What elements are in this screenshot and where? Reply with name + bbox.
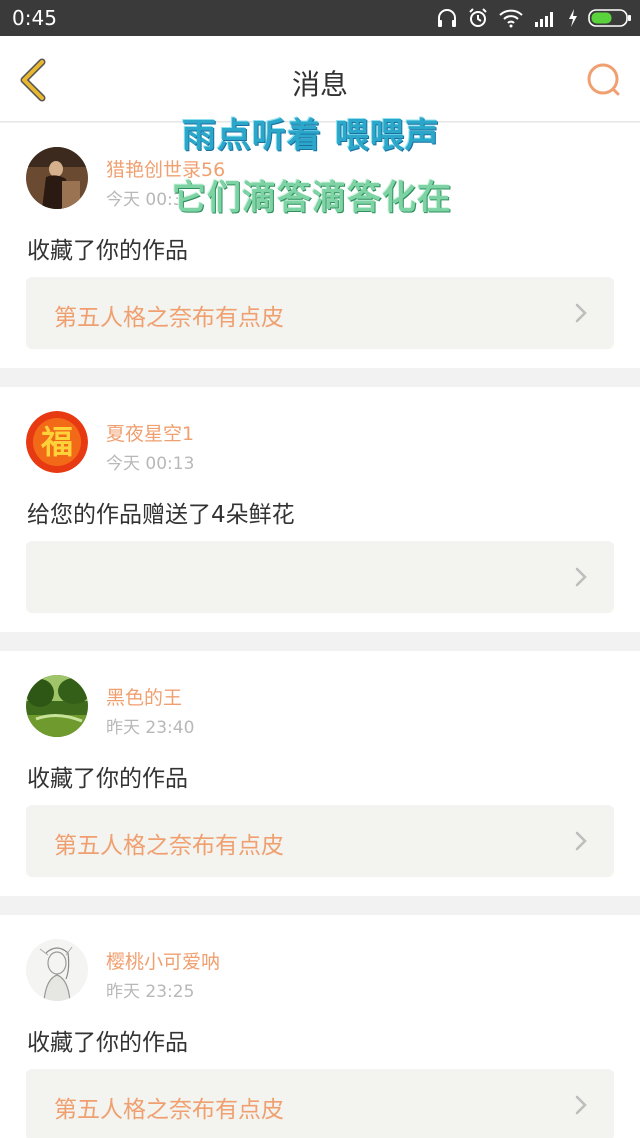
fu-avatar-icon: 福: [26, 411, 88, 473]
work-title: 第五人格之奈布有点皮: [54, 305, 284, 331]
status-bar: 0:45: [0, 0, 640, 36]
username[interactable]: 猎艳创世录56: [106, 155, 225, 182]
message-list: 猎艳创世录56 今天 00:3 收藏了你的作品 第五人格之奈布有点皮 福 夏夜星…: [0, 123, 640, 1138]
avatar[interactable]: [26, 675, 88, 737]
timestamp: 今天 00:3: [106, 190, 184, 210]
status-time: 0:45: [12, 6, 57, 30]
message-text: 收藏了你的作品: [27, 766, 188, 792]
chevron-right-icon: [575, 1095, 587, 1115]
fu-char: 福: [40, 423, 73, 461]
chevron-right-icon: [575, 567, 587, 587]
battery-icon: [588, 9, 631, 27]
message-card: 黑色的王 昨天 23:40 收藏了你的作品 第五人格之奈布有点皮: [0, 651, 640, 896]
sketch-avatar-icon: [26, 939, 88, 1001]
avatar[interactable]: 福: [26, 411, 88, 473]
avatar[interactable]: [26, 939, 88, 1001]
work-link[interactable]: [26, 541, 614, 613]
timestamp: 昨天 23:40: [106, 718, 195, 738]
work-link[interactable]: 第五人格之奈布有点皮: [26, 277, 614, 349]
work-link[interactable]: 第五人格之奈布有点皮: [26, 805, 614, 877]
search-button[interactable]: [584, 60, 624, 100]
headphones-icon: [438, 9, 456, 27]
work-link[interactable]: 第五人格之奈布有点皮: [26, 1069, 614, 1138]
header-bar: 消息: [0, 36, 640, 122]
chevron-right-icon: [575, 831, 587, 851]
work-title: 第五人格之奈布有点皮: [54, 1097, 284, 1123]
status-icons: [436, 5, 632, 31]
message-text: 收藏了你的作品: [27, 238, 188, 264]
landscape-avatar-icon: [26, 675, 88, 737]
avatar[interactable]: [26, 147, 88, 209]
chevron-right-icon: [575, 303, 587, 323]
alarm-icon: [469, 8, 487, 27]
wifi-icon: [499, 9, 523, 28]
timestamp: 昨天 23:25: [106, 982, 195, 1002]
timestamp: 今天 00:13: [106, 454, 195, 474]
message-text: 给您的作品赠送了4朵鲜花: [27, 502, 295, 528]
search-icon: [587, 63, 620, 96]
message-card: 樱桃小可爱呐 昨天 23:25 收藏了你的作品 第五人格之奈布有点皮: [0, 915, 640, 1138]
message-card: 福 夏夜星空1 今天 00:13 给您的作品赠送了4朵鲜花: [0, 387, 640, 632]
photo-avatar-icon: [26, 147, 88, 209]
username[interactable]: 樱桃小可爱呐: [106, 947, 220, 974]
message-card: 猎艳创世录56 今天 00:3 收藏了你的作品 第五人格之奈布有点皮: [0, 123, 640, 368]
signal-icon: [535, 12, 553, 27]
username[interactable]: 黑色的王: [106, 683, 182, 710]
page-title: 消息: [291, 68, 348, 101]
charging-icon: [569, 9, 577, 27]
message-text: 收藏了你的作品: [27, 1030, 188, 1056]
work-title: 第五人格之奈布有点皮: [54, 833, 284, 859]
username[interactable]: 夏夜星空1: [106, 419, 194, 446]
